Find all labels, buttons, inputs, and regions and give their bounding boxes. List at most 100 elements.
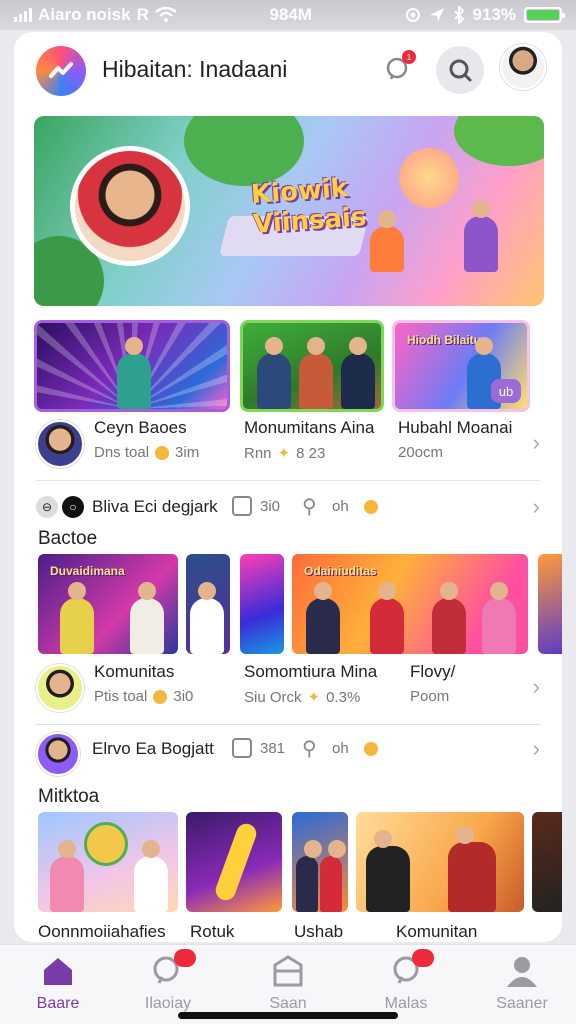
profile-avatar[interactable] xyxy=(500,44,546,90)
media-tile[interactable] xyxy=(38,812,178,912)
list-item[interactable]: Monumitans Aina Rnn ✦ 8 23 xyxy=(244,418,374,462)
thumb-label: Hiodh Bilaitur xyxy=(407,333,486,347)
tile-label: Duvaidimana xyxy=(50,564,125,578)
tile-caption[interactable]: Ushab xyxy=(294,922,343,942)
item-subtitle: Ptis toal xyxy=(94,688,148,705)
tile-caption[interactable]: Komunitan xyxy=(396,922,477,942)
item-title: Monumitans Aina xyxy=(244,418,375,437)
wifi-icon xyxy=(155,7,177,22)
coin-icon xyxy=(364,500,378,514)
avatar[interactable] xyxy=(36,420,84,468)
channel-name: Bliva Eci degjark xyxy=(92,497,218,516)
key-icon: ⚲ xyxy=(302,738,317,760)
nav-item-messages[interactable]: Malas xyxy=(356,949,456,1013)
list-item[interactable]: Flovy/ Poom xyxy=(410,662,455,705)
nav-label: Malas xyxy=(384,995,428,1012)
list-item[interactable]: Hubahl Moanai 20ocm xyxy=(398,418,512,461)
star-icon: ✦ xyxy=(277,445,291,462)
item-title: Komunitas xyxy=(94,662,175,681)
nav-label: Ilaoiay xyxy=(144,995,192,1012)
section-meta-row: Komunitas Ptis toal 3i0 Somomtiura Mina S… xyxy=(14,662,562,716)
chevron-right-icon[interactable]: › xyxy=(533,494,540,520)
chevron-right-icon[interactable]: › xyxy=(533,430,540,456)
avatar[interactable] xyxy=(36,732,80,776)
home-indicator[interactable] xyxy=(178,1012,398,1019)
hero-host-portrait xyxy=(70,146,190,266)
hero-banner[interactable]: Kiowik Viinsais xyxy=(34,116,544,306)
media-tile[interactable]: Duvaidimana xyxy=(38,554,178,654)
featured-meta-row: Ceyn Baoes Dns toal 3im Monumitans Aina R… xyxy=(14,418,562,472)
location-icon xyxy=(429,8,444,22)
search-button[interactable] xyxy=(436,46,484,94)
page-title: Hibaitan: Inadaani xyxy=(102,56,288,82)
caption-row: Oonnmoiiahafies Rotuk Ushab Komunitan xyxy=(14,922,562,942)
media-tile[interactable] xyxy=(356,812,524,912)
featured-thumb[interactable] xyxy=(34,320,230,412)
list-item[interactable]: Ceyn Baoes Dns toal 3im xyxy=(94,418,199,461)
network-type: R xyxy=(136,5,149,24)
nav-item-store[interactable]: Saan xyxy=(238,953,338,1013)
media-tile[interactable] xyxy=(240,554,284,654)
notification-icon xyxy=(388,949,434,989)
hero-figure xyxy=(370,210,404,272)
avatar[interactable] xyxy=(36,664,84,712)
item-count: 0.3% xyxy=(326,688,361,706)
channel-row[interactable]: Elrvo Ea Bogjatt 381 ⚲ oh › xyxy=(14,732,562,776)
divider xyxy=(36,480,540,481)
battery-percent: 913% xyxy=(472,5,516,24)
item-subtitle: 20ocm xyxy=(398,444,444,461)
item-subtitle: Dns toal xyxy=(94,444,150,461)
media-tile[interactable] xyxy=(186,554,230,654)
focus-icon xyxy=(405,8,420,22)
home-icon xyxy=(40,953,76,989)
tile-label: Odainiuditas xyxy=(304,564,377,578)
list-item[interactable]: Somomtiura Mina Siu Orck ✦ 0.3% xyxy=(244,662,377,706)
main-card: Hibaitan: Inadaani 1 Kiowik Viinsais Hio… xyxy=(14,32,562,942)
hero-figure xyxy=(464,200,498,272)
coin-icon xyxy=(364,742,378,756)
app-logo-icon[interactable] xyxy=(36,46,86,96)
item-subtitle: Poom xyxy=(410,688,450,705)
info-icon: ⊖ xyxy=(36,496,58,518)
divider xyxy=(36,724,540,725)
chevron-right-icon[interactable]: › xyxy=(533,674,540,700)
nav-label: Saaner xyxy=(496,995,548,1012)
profile-icon xyxy=(504,953,540,989)
item-subtitle: Siu Orck xyxy=(244,688,302,706)
notification-button[interactable]: 1 xyxy=(374,46,422,94)
chevron-right-icon[interactable]: › xyxy=(533,736,540,762)
item-title: Flovy/ xyxy=(410,662,456,681)
item-title: Hubahl Moanai xyxy=(398,418,513,437)
nav-item-home[interactable]: Baare xyxy=(8,953,108,1013)
battery-icon xyxy=(523,7,565,23)
coin-icon xyxy=(155,445,170,460)
notification-badge xyxy=(174,949,196,967)
nav-label: Baare xyxy=(36,995,80,1012)
list-item[interactable]: Komunitas Ptis toal 3i0 xyxy=(94,662,193,705)
featured-thumb[interactable] xyxy=(240,320,384,412)
carrier-name: Aiaro noisk xyxy=(38,5,131,24)
nav-item-profile[interactable]: Saaner xyxy=(472,953,572,1013)
chat-search-icon xyxy=(150,949,196,989)
hero-sun-illustration xyxy=(399,148,459,208)
media-tile[interactable] xyxy=(538,554,562,654)
media-tile[interactable]: Odainiuditas xyxy=(292,554,528,654)
featured-thumb[interactable]: Hiodh Bilaitur ub xyxy=(392,320,530,412)
nav-item-chat[interactable]: Ilaoiay xyxy=(118,949,218,1013)
time-label: oh xyxy=(332,740,349,757)
coin-icon xyxy=(153,689,168,704)
play-badge[interactable]: ub xyxy=(491,379,521,403)
item-subtitle: Rnn xyxy=(244,444,272,462)
media-tile[interactable] xyxy=(292,812,348,912)
media-tile[interactable] xyxy=(532,812,562,912)
square-icon xyxy=(232,738,252,758)
tile-caption[interactable]: Rotuk xyxy=(190,922,234,942)
item-title: Somomtiura Mina xyxy=(244,662,378,681)
channel-row[interactable]: ⊖ ○ Bliva Eci degjark 3i0 ⚲ oh › xyxy=(14,492,562,528)
signal-icon xyxy=(14,8,32,22)
search-icon xyxy=(449,59,472,82)
media-tile[interactable] xyxy=(186,812,282,912)
tile-caption[interactable]: Oonnmoiiahafies xyxy=(38,922,166,942)
square-icon xyxy=(232,496,252,516)
store-icon xyxy=(270,953,306,989)
